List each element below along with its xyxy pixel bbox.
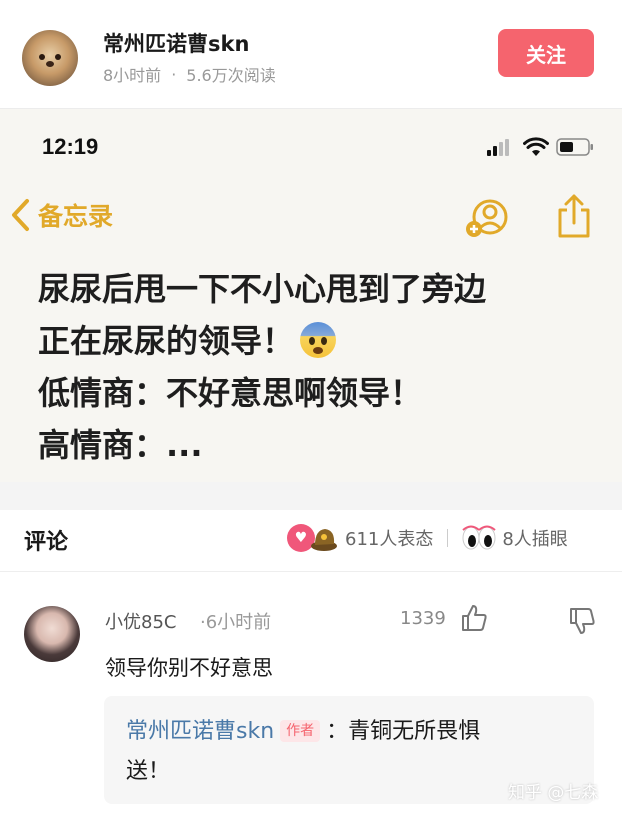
thumb-down-icon[interactable] (568, 606, 596, 636)
share-icon[interactable] (556, 193, 592, 239)
note-line-3: 低情商：不好意思啊领导！ (38, 367, 598, 419)
wifi-icon (523, 137, 549, 156)
comments-bar: 评论 ♥ 611人表态 8人插眼 (0, 510, 622, 572)
note-line-3-text: 低情商：不好意思啊领导！ (38, 374, 423, 412)
read-count: 5.6万次阅读 (186, 66, 276, 85)
post-time: 8小时前 (103, 66, 162, 85)
commenter-avatar[interactable] (24, 606, 80, 662)
author-tag-badge: 作者 (280, 720, 321, 742)
meta-dot: · (171, 64, 177, 84)
reply-text-1: ：青铜无所畏惧 (326, 719, 481, 744)
notes-screenshot-image: 12:19 备忘录 尿尿后甩一下不小心甩到了旁边 正在尿尿的领导！ 低情商：不好… (0, 108, 622, 482)
eyes-count: 8人插眼 (502, 529, 568, 550)
author-avatar[interactable] (22, 30, 78, 86)
comment-like-count: 1339 (400, 608, 446, 629)
post-header: 常州匹诺曹skn 8小时前 · 5.6万次阅读 关注 (0, 0, 622, 108)
note-line-2-text: 正在尿尿的领导！ (38, 322, 295, 360)
note-content: 尿尿后甩一下不小心甩到了旁边 正在尿尿的领导！ 低情商：不好意思啊领导！ 高情商… (38, 263, 598, 471)
comment-text: 领导你别不好意思 (105, 656, 273, 680)
note-line-2: 正在尿尿的领导！ (38, 315, 598, 367)
reply-author-name[interactable]: 常州匹诺曹skn (126, 719, 274, 744)
note-line-1: 尿尿后甩一下不小心甩到了旁边 (38, 263, 598, 315)
reaction-separator (447, 529, 449, 547)
watermark: 知乎 @七森 (508, 783, 599, 803)
status-bar-time: 12:19 (42, 134, 99, 159)
fearful-face-emoji (300, 322, 337, 358)
note-line-1-text: 尿尿后甩一下不小心甩到了旁边 (38, 270, 487, 308)
chevron-left-icon (12, 199, 29, 231)
battery-icon (556, 138, 593, 156)
post-meta: 8小时前 · 5.6万次阅读 (103, 62, 276, 86)
military-hat-reaction-icon (311, 529, 337, 551)
comment-time: ·6小时前 (200, 612, 272, 633)
section-divider (0, 482, 622, 510)
commenter-name[interactable]: 小优85C (105, 608, 176, 634)
reactions-summary[interactable]: ♥ 611人表态 8人插眼 (287, 524, 568, 552)
note-line-4-text: 高情商：... (38, 426, 203, 464)
signal-icon (487, 139, 509, 156)
add-person-icon[interactable] (464, 197, 512, 241)
note-line-4: 高情商：... (38, 419, 598, 471)
notes-back-label: 备忘录 (38, 202, 114, 231)
comment-item: 小优85C ·6小时前 1339 领导你别不好意思 常州匹诺曹skn 作者 ：青铜无… (0, 572, 622, 813)
reply-line-2: 送！ (126, 752, 572, 792)
notes-back-button[interactable]: 备忘录 (10, 197, 113, 233)
author-name[interactable]: 常州匹诺曹skn (103, 28, 249, 58)
reply-text-2: 送！ (126, 759, 171, 784)
comments-title: 评论 (24, 530, 69, 555)
reply-line-1: 常州匹诺曹skn 作者 ：青铜无所畏惧 (126, 712, 572, 752)
reaction-count: 611人表态 (345, 529, 434, 550)
follow-button[interactable]: 关注 (498, 29, 594, 77)
thumb-up-icon[interactable] (460, 603, 488, 633)
eyes-icon (462, 525, 497, 550)
